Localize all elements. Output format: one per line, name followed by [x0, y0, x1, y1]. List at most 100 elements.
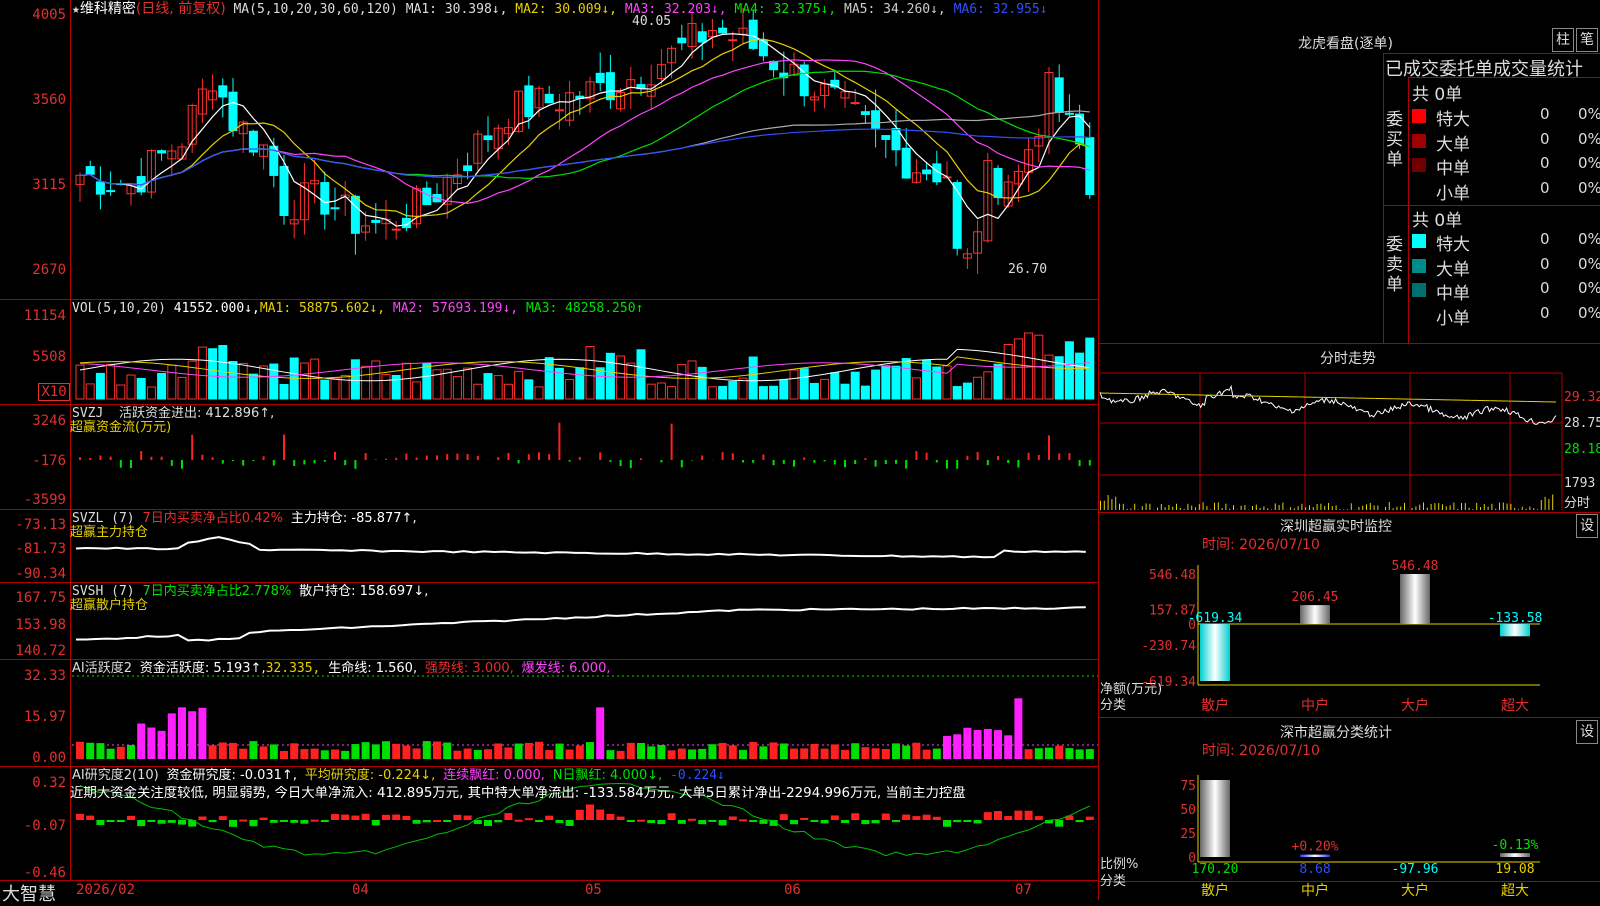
research-bar: [719, 820, 727, 825]
activity-bar: [137, 723, 145, 759]
candle-body: [606, 73, 614, 100]
fund-flow-bar: [477, 456, 479, 460]
research-bar: [586, 804, 594, 820]
pen-mode-button[interactable]: 笔: [1576, 28, 1598, 52]
chart-mode[interactable]: (日线, 前复权): [136, 1, 226, 17]
volume-bar: [606, 353, 614, 399]
activity-bar: [351, 744, 359, 759]
volume-bar: [117, 385, 125, 399]
chart-canvas[interactable]: 546.48157.870-230.74-619.34-619.34散户206.…: [0, 0, 1600, 900]
activity-bar: [974, 730, 982, 759]
vol-value: 41552.000↓,: [174, 301, 260, 316]
activity-bar: [525, 743, 533, 759]
high-price-label: 40.05: [632, 14, 671, 29]
volume-bar: [484, 374, 492, 399]
intraday-vol-bar: [1510, 504, 1511, 510]
ai-research-text1: 资金研究度: -0.031↑,: [167, 768, 297, 783]
sz-monitor-title: 深圳超赢实时监控: [1280, 516, 1392, 536]
intraday-vol-bar: [1495, 509, 1496, 510]
ai-research-tick-2: -0.07: [0, 818, 66, 834]
ai-active-text2: 32.335,: [266, 661, 321, 676]
svzl-ratio: 7日内买卖净占比0.42%: [142, 511, 283, 526]
fund-flow-bar: [314, 460, 316, 463]
price-tick-1: 4005: [0, 7, 66, 23]
volume-bar: [759, 387, 767, 399]
research-bar: [260, 818, 268, 820]
intraday-vol-bar: [1214, 503, 1215, 510]
sz-stats-settings-button[interactable]: 设: [1576, 720, 1598, 744]
fund-flow-bar: [640, 458, 642, 460]
bar-mode-button[interactable]: 柱: [1552, 28, 1574, 52]
activity-bar: [872, 748, 880, 759]
fund-flow-bar: [140, 451, 142, 460]
volume-bar: [86, 384, 94, 399]
intraday-vol-bar: [1389, 502, 1390, 510]
activity-bar: [504, 747, 512, 759]
intraday-vol-bar: [1233, 505, 1234, 510]
candle-body: [749, 20, 757, 48]
retail-holding-line: [76, 607, 1086, 640]
star-icon[interactable]: ★: [72, 2, 80, 17]
activity-bar: [178, 707, 186, 759]
research-bar: [1004, 816, 1012, 820]
ai-active-text4: 强势线: 3.000,: [425, 661, 514, 676]
intraday-vol-bar: [1149, 504, 1150, 510]
fund-flow-bars: [79, 423, 1091, 469]
research-bar: [617, 817, 625, 820]
order-size-pct: 0%: [1578, 154, 1600, 172]
volume-bar: [739, 378, 747, 399]
intraday-vol-bar: [1351, 503, 1352, 510]
volume-bar: [627, 363, 635, 399]
activity-bar: [300, 749, 308, 759]
intraday-vol-bar: [1442, 504, 1443, 510]
sz-monitor-settings-button[interactable]: 设: [1576, 514, 1598, 538]
research-bar: [790, 820, 798, 824]
fund-flow-bar: [762, 454, 764, 460]
intraday-vol-bar: [1548, 499, 1549, 510]
activity-bar: [1065, 748, 1073, 759]
intraday-vol-bar: [1446, 506, 1447, 510]
activity-bar: [168, 713, 176, 759]
vol-unit-badge[interactable]: X10: [38, 383, 70, 401]
dragon-tiger-title: 龙虎看盘(逐单): [1298, 33, 1393, 53]
order-stats-divider-3: [1408, 77, 1409, 343]
app-logo[interactable]: 大智慧: [2, 880, 56, 906]
ai-active-title: AI活跃度2: [72, 661, 132, 676]
candle-body: [902, 148, 910, 178]
research-bar: [402, 816, 410, 820]
fund-flow-bar: [518, 460, 520, 463]
fund-flow-bar: [579, 457, 581, 460]
activity-bars: [72, 676, 1098, 759]
candle-body: [96, 182, 104, 194]
intraday-tick-2: 28.75: [1564, 416, 1600, 431]
fund-flow-bar: [1058, 453, 1060, 460]
order-stats-header: 已成交委托单成交量统计: [1385, 55, 1583, 81]
order-size-count: 0: [1540, 255, 1550, 273]
intraday-vol-bar: [1244, 505, 1245, 510]
intraday-vol-bar: [1172, 507, 1173, 510]
monitor-cat-label: 大户: [1401, 697, 1429, 714]
volume-bar: [260, 366, 268, 399]
x-label-apr: 04: [352, 882, 369, 898]
intraday-vol-bar: [1206, 506, 1207, 510]
fund-flow-bar: [681, 460, 683, 467]
volume-bar: [300, 363, 308, 399]
fund-flow-bar: [344, 460, 346, 465]
research-bar: [280, 820, 288, 822]
volume-bar: [1014, 339, 1022, 399]
research-bar: [555, 820, 563, 823]
intraday-vol-bar: [1427, 508, 1428, 510]
sz-stats-cat-label: 分类: [1100, 874, 1126, 889]
fund-flow-bar: [854, 460, 856, 464]
fund-flow-bar: [966, 456, 968, 460]
ma5-value: MA5: 34.260↓,: [844, 2, 946, 17]
intraday-vol-bar: [1469, 508, 1470, 510]
volume-bar: [800, 369, 808, 399]
intraday-vol-bar: [1127, 509, 1128, 510]
intraday-vol-bar: [1203, 502, 1204, 510]
intraday-unit: 分时: [1564, 492, 1590, 511]
fund-flow-bar: [89, 458, 91, 460]
research-bar: [882, 814, 890, 820]
stats-cat-label: 中户: [1301, 882, 1329, 899]
research-bar: [739, 819, 747, 821]
